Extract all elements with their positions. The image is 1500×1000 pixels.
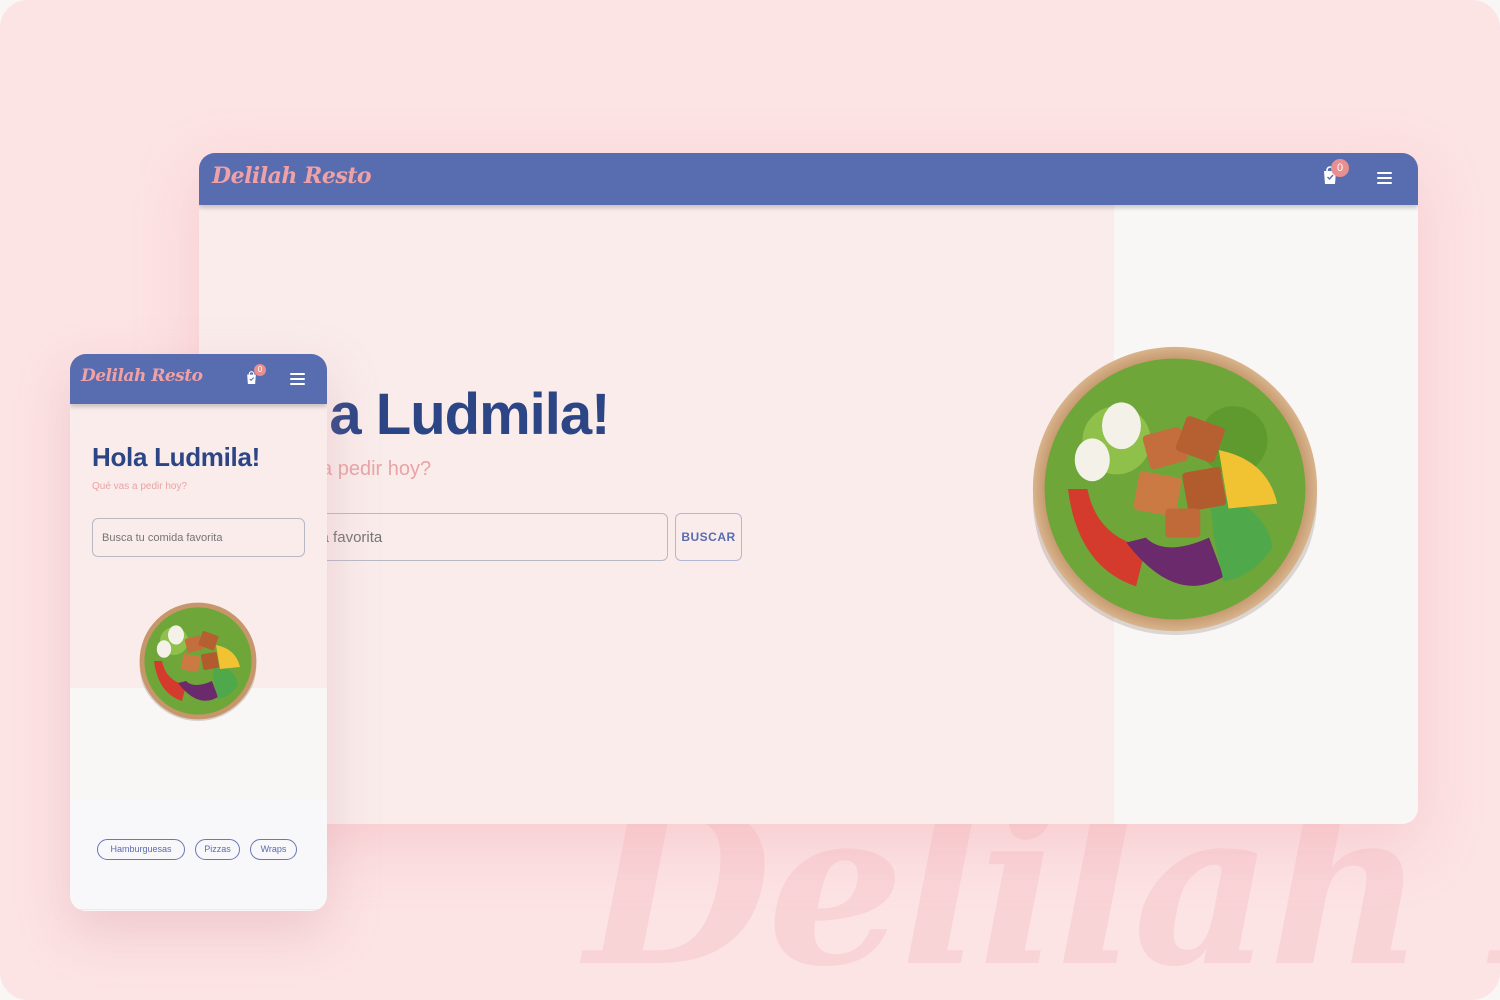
category-chip-hamburguesas[interactable]: Hamburguesas — [97, 839, 185, 860]
cart-button[interactable]: 0 — [1321, 159, 1351, 191]
search-input[interactable] — [92, 518, 305, 557]
salad-bowl-image — [1032, 346, 1318, 635]
mobile-navbar: Delilah Resto 0 — [70, 354, 327, 404]
hamburger-menu-icon[interactable] — [290, 373, 305, 388]
cart-count-badge: 0 — [254, 364, 266, 376]
search-button[interactable]: BUSCAR — [675, 513, 742, 561]
hamburger-menu-icon[interactable] — [1377, 172, 1392, 187]
mobile-mockup: Delilah Resto 0 Hola Ludmila! Qué vas a … — [70, 354, 327, 911]
showcase-canvas: Delilah Re Delilah Resto 0 Hola Ludmila!… — [0, 0, 1500, 1000]
brand-logo[interactable]: Delilah Resto — [81, 366, 203, 386]
category-chip-pizzas[interactable]: Pizzas — [195, 839, 240, 860]
category-chip-wraps[interactable]: Wraps — [250, 839, 297, 860]
desktop-mockup: Delilah Resto 0 Hola Ludmila! Qué vas a … — [199, 153, 1418, 824]
cart-button[interactable]: 0 — [245, 364, 267, 388]
salad-bowl-image — [139, 602, 257, 721]
hero-subtitle: Qué vas a pedir hoy? — [92, 481, 188, 492]
desktop-navbar: Delilah Resto 0 — [199, 153, 1418, 205]
hero-title: Hola Ludmila! — [92, 442, 260, 472]
cart-count-badge: 0 — [1331, 159, 1349, 177]
brand-logo[interactable]: Delilah Resto — [212, 163, 372, 189]
